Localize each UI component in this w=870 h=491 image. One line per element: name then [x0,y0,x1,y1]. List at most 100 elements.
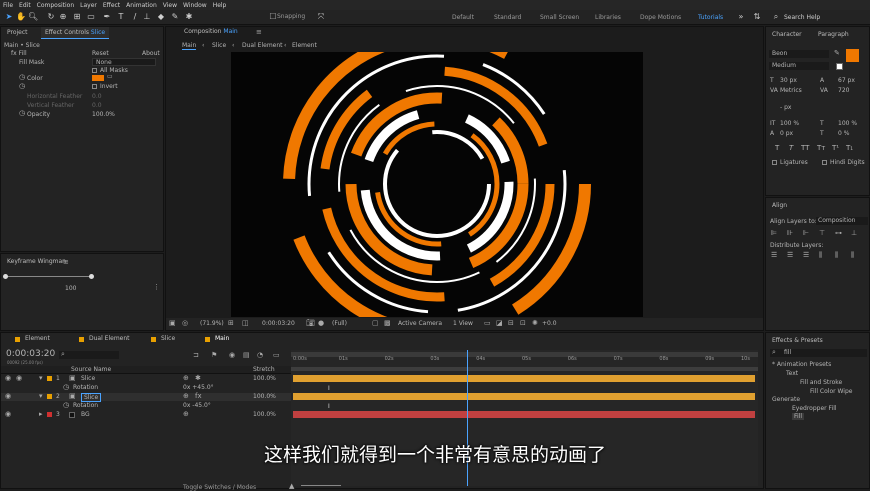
menu-layer[interactable]: Layer [80,2,97,9]
faux-bold-button[interactable]: T [775,144,779,152]
fill-mask-dropdown[interactable]: None [92,58,156,66]
workspace-tutorials[interactable]: Tutorials [698,14,723,21]
tab-element[interactable]: Element [21,333,54,345]
layer-name[interactable]: BG [81,411,90,418]
invert-checkbox[interactable] [92,84,97,89]
selection-tool-icon[interactable]: ➤ [4,12,14,22]
stroke-color-swatch[interactable] [836,63,843,70]
menu-view[interactable]: View [163,2,177,9]
tab-composition[interactable]: Composition Main [180,26,242,38]
eye-icon[interactable]: ◉ [5,392,11,400]
layer-bar-slice-1[interactable] [293,375,755,382]
hide-shy-icon[interactable]: ◉ [229,351,235,359]
exposure-value[interactable]: +0.0 [542,320,557,327]
distribute-left-icon[interactable]: ⫼ [819,251,822,260]
breadcrumb-main[interactable]: Main [182,42,197,50]
tree-item-fill-color-wipe[interactable]: Fill Color Wipe [810,388,852,395]
layer-row[interactable]: ◉ ▾ 2 ▣ Slice ⊕ fx 100.0% [1,392,291,402]
leading-value[interactable]: 67 px [838,77,855,84]
vertical-feather-value[interactable]: 0.0 [92,102,102,109]
align-left-icon[interactable]: ⊫ [771,229,777,237]
label-color-chip[interactable] [47,376,52,381]
distribute-top-icon[interactable]: ☰ [771,251,777,259]
breadcrumb-element[interactable]: Element [292,42,317,49]
wingman-slider-end[interactable] [89,274,94,279]
expand-arrow-icon[interactable]: ▾ [39,374,43,382]
distribute-right-icon[interactable]: ⫼ [851,251,854,260]
time-ruler[interactable]: 0:00s 01s 02s 03s 04s 05s 06s 07s 08s 09s 10s [291,356,758,366]
layer-name[interactable]: Slice [81,375,95,382]
frame-blending-icon[interactable]: ▤ [243,351,250,359]
align-hcenter-icon[interactable]: ⊪ [787,229,793,237]
motion-blur-icon[interactable]: ◔ [257,351,263,359]
tab-effect-controls[interactable]: Effect Controls Slice [41,27,110,39]
keyframe-marker[interactable]: I [328,385,330,392]
font-family-dropdown[interactable]: Beon [769,50,829,58]
tab-paragraph[interactable]: Paragraph [814,29,853,41]
expand-arrow-icon[interactable]: ▾ [39,392,43,400]
effects-search-input[interactable]: ⌕ fill [770,348,867,357]
tree-item-eyedropper-fill[interactable]: Eyedropper Fill [792,405,837,412]
align-top-icon[interactable]: ⊤ [819,229,825,237]
tab-character[interactable]: Character [768,29,806,41]
fast-previews-icon[interactable]: ◪ [496,319,503,327]
stopwatch-icon[interactable]: ◷ [63,383,69,391]
layer-bar-bg[interactable] [293,411,755,418]
flowchart-icon[interactable]: ⊡ [520,319,526,327]
toggle-switches-modes[interactable]: Toggle Switches / Modes [183,484,256,491]
shy-switch-icon[interactable]: ⊕ [183,374,189,382]
exposure-reset-icon[interactable]: ✺ [532,319,538,327]
font-style-dropdown[interactable]: Medium [769,62,829,70]
timeline-current-time[interactable]: 0:00:03:20 [6,349,55,359]
breadcrumb-slice[interactable]: Slice [212,42,226,49]
stopwatch-icon[interactable]: ◷ [19,109,25,117]
wingman-slider-start[interactable] [3,274,8,279]
brush-tool-icon[interactable]: / [130,12,140,22]
fill-color-swatch[interactable] [92,75,104,81]
hindi-digits-checkbox[interactable] [822,160,827,165]
layer-name[interactable]: Slice [81,393,102,402]
align-right-icon[interactable]: ⊩ [803,229,809,237]
horizontal-scale-value[interactable]: 100 % [838,120,857,127]
grid-icon[interactable]: ⊞ [228,319,234,327]
layer-row[interactable]: ◉ ▸ 3 BG ⊕ 100.0% [1,410,291,419]
snapshot-icon[interactable]: 📷︎ [306,319,315,327]
workspace-small-screen[interactable]: Small Screen [540,14,579,21]
menu-effect[interactable]: Effect [103,2,120,9]
audio-icon[interactable]: ◉ [16,374,22,382]
align-bottom-icon[interactable]: ⊥ [851,229,857,237]
about-link[interactable]: About [142,50,160,57]
search-help-field[interactable]: Search Help [784,14,820,21]
mask-path-icon[interactable]: ◫ [242,319,249,327]
snap-options-icon[interactable]: ⤧ [316,12,326,22]
faux-italic-button[interactable]: T [789,144,793,152]
always-preview-icon[interactable]: ▣ [169,319,176,327]
indent-value[interactable]: - px [780,104,791,111]
align-to-dropdown[interactable]: Composition [816,217,868,225]
shy-switch-icon[interactable]: ⊕ [183,410,189,418]
wingman-value[interactable]: 100 [65,285,76,292]
horizontal-feather-value[interactable]: 0.0 [92,93,102,100]
tree-item-fill-and-stroke[interactable]: Fill and Stroke [800,379,842,386]
stopwatch-icon[interactable]: ◷ [19,82,25,90]
tsume-value[interactable]: 0 % [838,130,849,137]
layer-stretch[interactable]: 100.0% [253,393,276,400]
rotation-value[interactable]: 0x -45.0° [183,402,211,409]
pan-behind-tool-icon[interactable]: ⊞ [72,12,82,22]
superscript-button[interactable]: T¹ [832,144,839,152]
kerning-value[interactable]: Metrics [780,87,802,94]
tab-project[interactable]: Project [3,27,32,39]
tab-align[interactable]: Align [768,200,791,212]
views-dropdown[interactable]: 1 View [453,320,473,327]
reset-link[interactable]: Reset [92,50,109,57]
workspace-dope-motions[interactable]: Dope Motions [640,14,681,21]
label-color-chip[interactable] [47,394,52,399]
timeline-search-input[interactable]: ⌕ [59,350,119,359]
pen-tool-icon[interactable]: ✒ [102,12,112,22]
tab-slice[interactable]: Slice [157,333,179,345]
roto-brush-tool-icon[interactable]: ✎ [170,12,180,22]
mask-visibility-icon[interactable]: ◎ [182,319,188,327]
fx-effect-row[interactable]: fx Fill [11,50,27,57]
workspace-default[interactable]: Default [452,14,474,21]
subscript-button[interactable]: T₁ [846,144,853,152]
